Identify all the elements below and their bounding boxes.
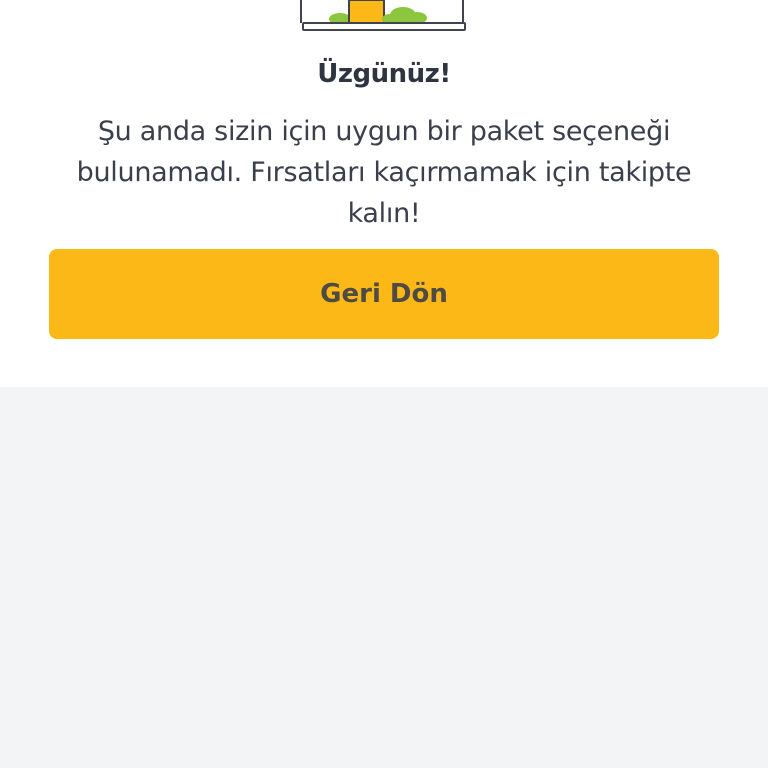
empty-state-title: Üzgünüz! xyxy=(317,59,451,89)
empty-package-illustration-icon xyxy=(300,0,466,31)
back-button[interactable]: Geri Dön xyxy=(49,249,719,339)
empty-state-card: Üzgünüz! Şu anda sizin için uygun bir pa… xyxy=(0,0,768,387)
empty-state-message: Şu anda sizin için uygun bir paket seçen… xyxy=(76,116,692,229)
